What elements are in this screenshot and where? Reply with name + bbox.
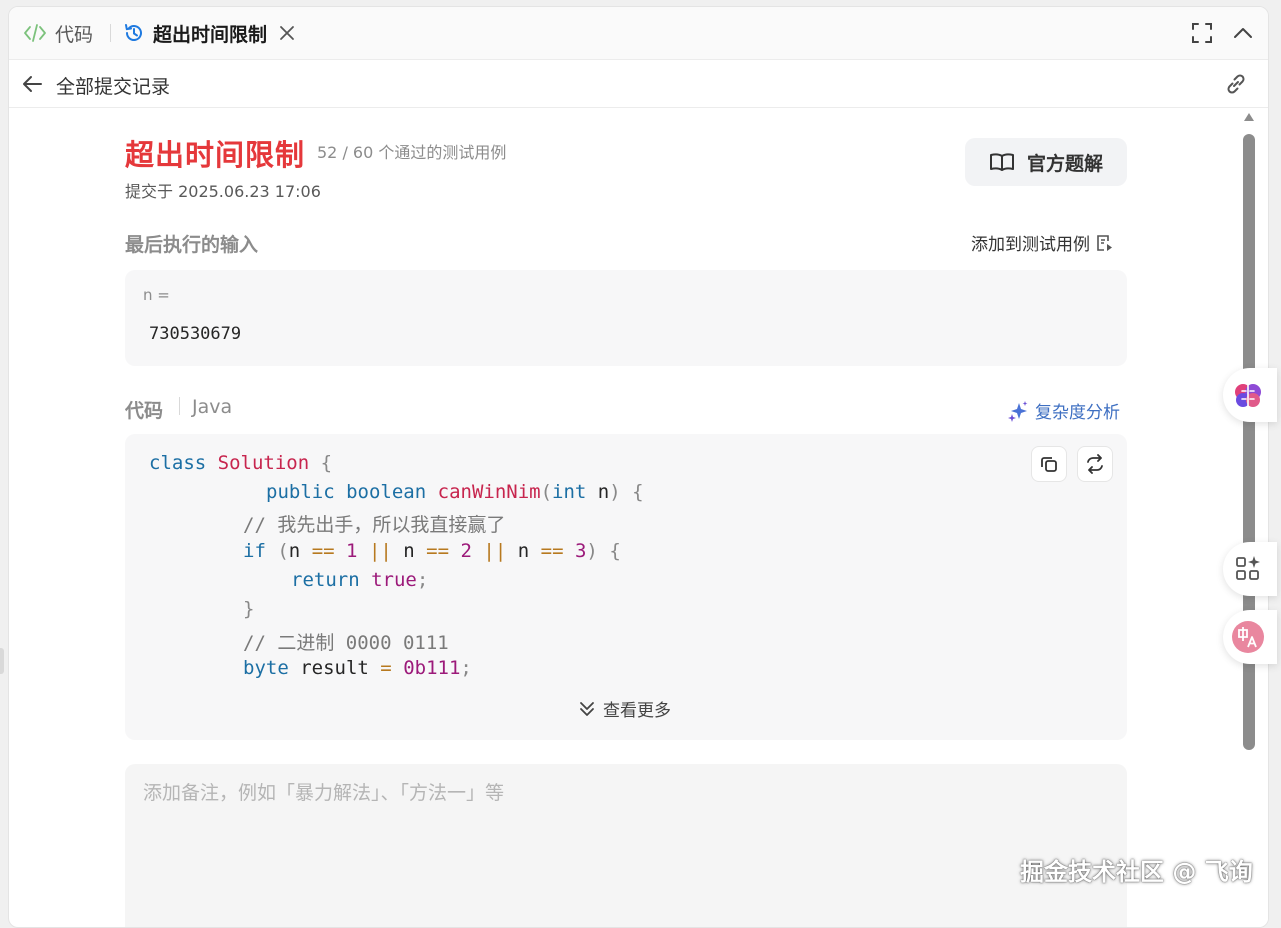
double-chevron-down-icon bbox=[580, 701, 594, 716]
code-line: } bbox=[243, 598, 255, 620]
apps-sparkle-icon bbox=[1236, 556, 1260, 580]
code-icon bbox=[24, 24, 46, 42]
code-viewer[interactable]: class Solution { public boolean canWinNi… bbox=[125, 434, 1127, 740]
translate-icon bbox=[1232, 621, 1264, 653]
submit-time: 提交于 2025.06.23 17:06 bbox=[125, 182, 321, 201]
code-heading: 代码 bbox=[125, 400, 164, 422]
add-testcase-icon bbox=[1097, 234, 1112, 251]
all-submissions-link[interactable]: 全部提交记录 bbox=[56, 72, 170, 99]
tab-code-label: 代码 bbox=[55, 23, 94, 46]
scroll-up-arrow-icon[interactable] bbox=[1243, 112, 1255, 122]
submission-content: 超出时间限制 52 / 60 个通过的测试用例 提交于 2025.06.23 1… bbox=[9, 108, 1249, 927]
add-to-testcase-button[interactable]: 添加到测试用例 bbox=[971, 230, 1114, 255]
sparkle-icon bbox=[1008, 400, 1028, 422]
complexity-analysis-button[interactable]: 复杂度分析 bbox=[1007, 398, 1120, 423]
swap-icon bbox=[1087, 454, 1103, 474]
see-more-button[interactable]: 查看更多 bbox=[577, 696, 671, 721]
see-more-label: 查看更多 bbox=[603, 701, 671, 721]
back-arrow-icon[interactable] bbox=[21, 73, 43, 95]
apps-button[interactable] bbox=[1223, 542, 1277, 596]
tab-divider bbox=[110, 24, 111, 42]
left-drag-handle[interactable] bbox=[0, 648, 4, 674]
code-line: // 二进制 0000 0111 bbox=[243, 632, 449, 654]
watermark-text: 掘金技术社区 @ 飞询 bbox=[1020, 858, 1253, 886]
pass-count: 52 / 60 个通过的测试用例 bbox=[317, 143, 507, 162]
code-line: return true; bbox=[291, 569, 429, 591]
book-icon bbox=[989, 153, 1014, 171]
translate-button[interactable] bbox=[1223, 610, 1277, 664]
copy-code-button[interactable] bbox=[1031, 446, 1067, 482]
input-variable-label: n = bbox=[143, 286, 170, 304]
code-line: // 我先出手，所以我直接赢了 bbox=[243, 514, 506, 536]
language-label: Java bbox=[192, 396, 233, 418]
last-input-heading: 最后执行的输入 bbox=[125, 234, 259, 256]
submission-header: 全部提交记录 bbox=[9, 60, 1268, 108]
submission-panel: 代码 超出时间限制 全部提交记录 超出时间限制 52 / 60 个通过的测试用例… bbox=[8, 6, 1269, 928]
link-icon[interactable] bbox=[1223, 71, 1249, 97]
status-title: 超出时间限制 bbox=[125, 138, 306, 172]
note-input[interactable] bbox=[125, 764, 1127, 927]
copy-icon bbox=[1041, 457, 1057, 472]
language-divider bbox=[179, 397, 180, 415]
code-line: class Solution { bbox=[149, 452, 333, 474]
fullscreen-icon[interactable] bbox=[1190, 21, 1214, 45]
tab-code[interactable]: 代码 bbox=[23, 7, 93, 59]
ai-assistant-button[interactable] bbox=[1223, 368, 1277, 422]
code-line: if (n == 1 || n == 2 || n == 3) { bbox=[243, 540, 621, 562]
last-input-box: n = 730530679 bbox=[125, 270, 1127, 366]
complexity-analysis-label: 复杂度分析 bbox=[1035, 403, 1120, 423]
toggle-code-button[interactable] bbox=[1077, 446, 1113, 482]
official-solution-label: 官方题解 bbox=[1026, 152, 1103, 175]
history-icon bbox=[125, 24, 142, 41]
code-line: byte result = 0b111; bbox=[243, 657, 472, 679]
close-icon[interactable] bbox=[279, 25, 295, 41]
add-to-testcase-label: 添加到测试用例 bbox=[971, 235, 1090, 255]
official-solution-button[interactable]: 官方题解 bbox=[965, 138, 1127, 186]
brain-icon bbox=[1235, 384, 1261, 407]
chevron-up-icon[interactable] bbox=[1231, 21, 1255, 45]
tab-bar: 代码 超出时间限制 bbox=[9, 7, 1268, 60]
input-value: 730530679 bbox=[149, 324, 242, 344]
code-line: public boolean canWinNim(int n) { bbox=[266, 481, 644, 503]
tab-result-label: 超出时间限制 bbox=[153, 23, 268, 46]
tab-result[interactable]: 超出时间限制 bbox=[123, 7, 295, 59]
